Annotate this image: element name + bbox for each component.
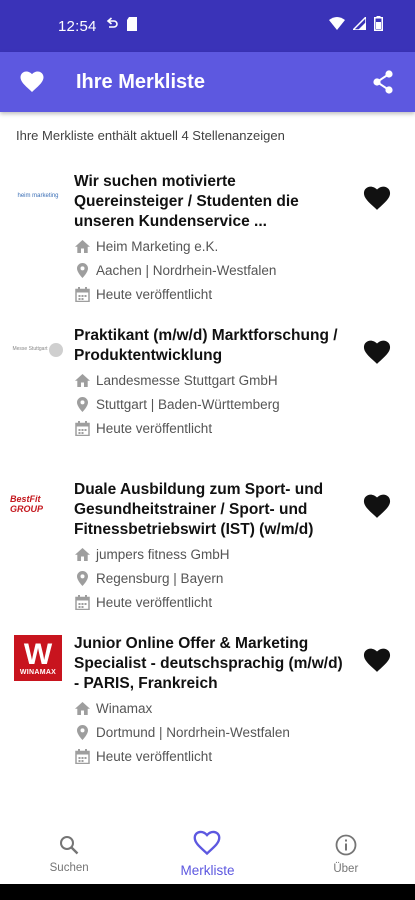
status-left: 12:54	[58, 17, 138, 35]
logo-text: Messe Stuttgart	[12, 346, 48, 353]
location-row: Aachen | Nordrhein-Westfalen	[74, 260, 346, 280]
published-text: Heute veröffentlicht	[96, 420, 213, 436]
date-row: Heute veröffentlicht	[74, 592, 346, 612]
company-row: Winamax	[74, 698, 346, 718]
calendar-icon	[74, 594, 90, 610]
home-icon	[74, 546, 90, 562]
status-right	[329, 15, 383, 36]
location-text: Regensburg | Bayern	[96, 570, 224, 586]
nav-item-merkliste[interactable]: Merkliste	[152, 830, 262, 878]
wifi-icon	[329, 17, 345, 35]
listing-item[interactable]: BestFit GROUP Duale Ausbildung zum Sport…	[0, 468, 415, 622]
summary-text: Ihre Merkliste enthält aktuell 4 Stellen…	[16, 128, 285, 143]
location-text: Stuttgart | Baden-Württemberg	[96, 396, 280, 412]
share-icon[interactable]	[369, 68, 397, 96]
listing-item[interactable]: Messe Stuttgart Praktikant (m/w/d) Markt…	[0, 314, 415, 468]
published-text: Heute veröffentlicht	[96, 748, 213, 764]
nav-item-about[interactable]: Über	[291, 834, 401, 875]
location-pin-icon	[74, 262, 90, 278]
company-name: jumpers fitness GmbH	[96, 546, 230, 562]
logo-text: BestFit GROUP	[10, 494, 44, 514]
listing-item[interactable]: heim marketing Wir suchen motivierte Que…	[0, 160, 415, 314]
system-gesture-bar	[0, 884, 415, 900]
location-text: Dortmund | Nordrhein-Westfalen	[96, 724, 290, 740]
company-logo: Messe Stuttgart	[10, 322, 66, 378]
calendar-icon	[74, 286, 90, 302]
favorite-heart-icon[interactable]	[361, 490, 393, 522]
listing-title[interactable]: Praktikant (m/w/d) Marktforschung / Prod…	[74, 326, 346, 366]
location-pin-icon	[74, 396, 90, 412]
company-row: Heim Marketing e.K.	[74, 236, 346, 256]
logo-text: WINAMAX	[19, 668, 57, 676]
location-row: Stuttgart | Baden-Württemberg	[74, 394, 346, 414]
listing-body: Junior Online Offer & Marketing Speciali…	[74, 622, 346, 776]
location-row: Dortmund | Nordrhein-Westfalen	[74, 722, 346, 742]
home-icon	[74, 700, 90, 716]
sd-card-icon	[126, 17, 138, 35]
company-row: Landesmesse Stuttgart GmbH	[74, 370, 346, 390]
calendar-icon	[74, 420, 90, 436]
status-time: 12:54	[58, 17, 97, 35]
favorite-heart-icon[interactable]	[361, 336, 393, 368]
signal-icon	[351, 15, 367, 35]
winamax-logo: W WINAMAX	[14, 635, 62, 681]
company-logo: W WINAMAX	[10, 630, 66, 686]
company-name: Winamax	[96, 700, 153, 716]
nav-label: Über	[333, 862, 359, 875]
info-icon	[335, 834, 357, 861]
sync-icon	[105, 17, 118, 35]
bottom-nav: Suchen Merkliste Über	[0, 826, 415, 882]
location-row: Regensburg | Bayern	[74, 568, 346, 588]
listing-list: heim marketing Wir suchen motivierte Que…	[0, 160, 415, 776]
favorite-heart-icon[interactable]	[361, 182, 393, 214]
favorite-heart-icon[interactable]	[361, 644, 393, 676]
listing-body: Duale Ausbildung zum Sport- und Gesundhe…	[74, 468, 346, 622]
logo-mark-icon	[48, 343, 63, 357]
date-row: Heute veröffentlicht	[74, 418, 346, 438]
location-text: Aachen | Nordrhein-Westfalen	[96, 262, 277, 278]
published-text: Heute veröffentlicht	[96, 594, 213, 610]
listing-item[interactable]: W WINAMAX Junior Online Offer & Marketin…	[0, 622, 415, 776]
company-name: Landesmesse Stuttgart GmbH	[96, 372, 278, 388]
heart-outline-icon	[193, 830, 221, 861]
nav-label: Suchen	[49, 861, 89, 874]
listing-title[interactable]: Junior Online Offer & Marketing Speciali…	[74, 634, 346, 694]
date-row: Heute veröffentlicht	[74, 284, 346, 304]
listing-title[interactable]: Wir suchen motivierte Quereinsteiger / S…	[74, 172, 346, 232]
nav-item-search[interactable]: Suchen	[14, 835, 124, 874]
page-title: Ihre Merkliste	[76, 70, 205, 93]
home-icon	[74, 238, 90, 254]
company-name: Heim Marketing e.K.	[96, 238, 219, 254]
location-pin-icon	[74, 570, 90, 586]
nav-label: Merkliste	[180, 863, 235, 878]
status-bar: 12:54	[0, 0, 415, 52]
published-text: Heute veröffentlicht	[96, 286, 213, 302]
app-bar: Ihre Merkliste	[0, 52, 415, 112]
heart-icon[interactable]	[18, 68, 46, 96]
battery-icon	[374, 16, 383, 36]
search-icon	[59, 835, 79, 860]
listing-title[interactable]: Duale Ausbildung zum Sport- und Gesundhe…	[74, 480, 346, 540]
date-row: Heute veröffentlicht	[74, 746, 346, 766]
listing-body: Praktikant (m/w/d) Marktforschung / Prod…	[74, 314, 346, 468]
home-icon	[74, 372, 90, 388]
listing-body: Wir suchen motivierte Quereinsteiger / S…	[74, 160, 346, 314]
logo-text: heim marketing	[17, 193, 59, 199]
company-logo: heim marketing	[10, 168, 66, 224]
company-logo: BestFit GROUP	[10, 476, 66, 532]
company-row: jumpers fitness GmbH	[74, 544, 346, 564]
calendar-icon	[74, 748, 90, 764]
location-pin-icon	[74, 724, 90, 740]
